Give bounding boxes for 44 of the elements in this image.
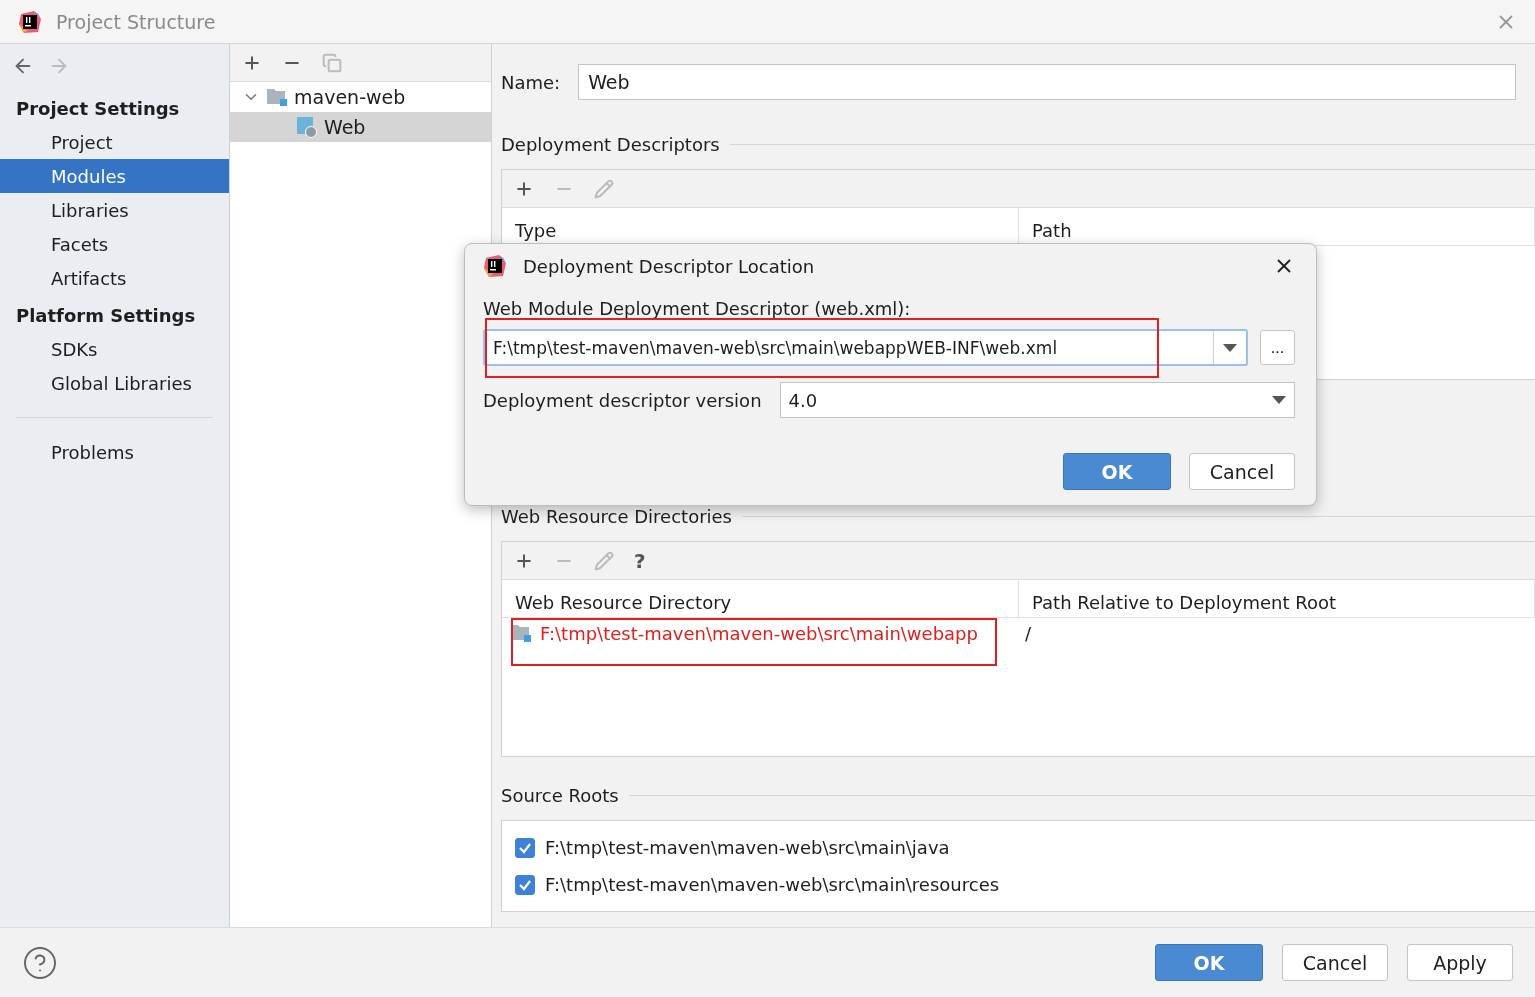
sidebar-item[interactable]: Libraries <box>0 193 229 227</box>
dialog-button[interactable]: Apply <box>1407 944 1513 981</box>
name-label: Name: <box>501 71 561 93</box>
tree-item[interactable]: Web <box>230 112 491 142</box>
sidebar-item[interactable]: Global Libraries <box>0 366 229 400</box>
column-header[interactable]: Web Resource Directory <box>502 580 1019 617</box>
app-logo-icon <box>18 9 42 34</box>
sidebar-item[interactable]: Facets <box>0 227 229 261</box>
source-root-label: F:\tmp\test-maven\maven-web\src\main\resources <box>545 874 1000 895</box>
dialog-button[interactable]: OK <box>1063 453 1171 490</box>
browse-button[interactable]: ... <box>1260 330 1295 365</box>
dropdown-arrow-icon[interactable] <box>1223 343 1237 352</box>
sidebar-item[interactable]: Project <box>0 125 229 159</box>
dialog-button[interactable]: Cancel <box>1189 453 1295 490</box>
section-title: Deployment Descriptors <box>501 133 720 155</box>
sidebar-item[interactable]: Modules <box>0 159 229 193</box>
version-select[interactable]: 4.0 <box>779 382 1295 418</box>
dialog-title: Deployment Descriptor Location <box>523 255 816 277</box>
tree-item[interactable]: maven-web <box>230 82 491 112</box>
location-combo-field[interactable]: F:\tmp\test-maven\maven-web\src\main\webappWEB-INF\web.xml <box>483 329 1248 366</box>
field-label: Web Module Deployment Descriptor (web.xml): <box>483 298 912 319</box>
checkbox[interactable] <box>515 837 535 858</box>
sidebar-item[interactable]: SDKs <box>0 332 229 366</box>
source-root-label: F:\tmp\test-maven\maven-web\src\main\java <box>545 837 950 858</box>
sidebar-item[interactable]: Problems <box>0 435 229 469</box>
module-folder-icon <box>266 87 288 107</box>
dialog-button[interactable]: OK <box>1155 944 1263 981</box>
sidebar-group-title: Project Settings <box>15 97 181 121</box>
name-field[interactable]: Web <box>578 64 1516 100</box>
section-title: Web Resource Directories <box>501 505 732 527</box>
section-title: Source Roots <box>501 784 619 806</box>
table-cell-text: / <box>1024 621 1033 646</box>
checkbox[interactable] <box>515 874 535 895</box>
web-module-icon <box>296 116 318 138</box>
field-label: Deployment descriptor version <box>483 389 762 411</box>
help-icon[interactable]: ? <box>634 548 646 573</box>
table-cell: F:\tmp\test-maven\maven-web\src\main\webapp <box>502 618 1019 648</box>
dropdown-arrow-icon[interactable] <box>1272 396 1286 404</box>
app-logo-icon <box>483 254 507 278</box>
sidebar-group-title: Platform Settings <box>15 304 197 328</box>
dialog-button[interactable]: Cancel <box>1282 944 1388 981</box>
sidebar-item[interactable]: Artifacts <box>0 261 229 295</box>
column-header[interactable]: Path Relative to Deployment Root <box>1019 580 1535 617</box>
window-title: Project Structure <box>56 10 217 33</box>
